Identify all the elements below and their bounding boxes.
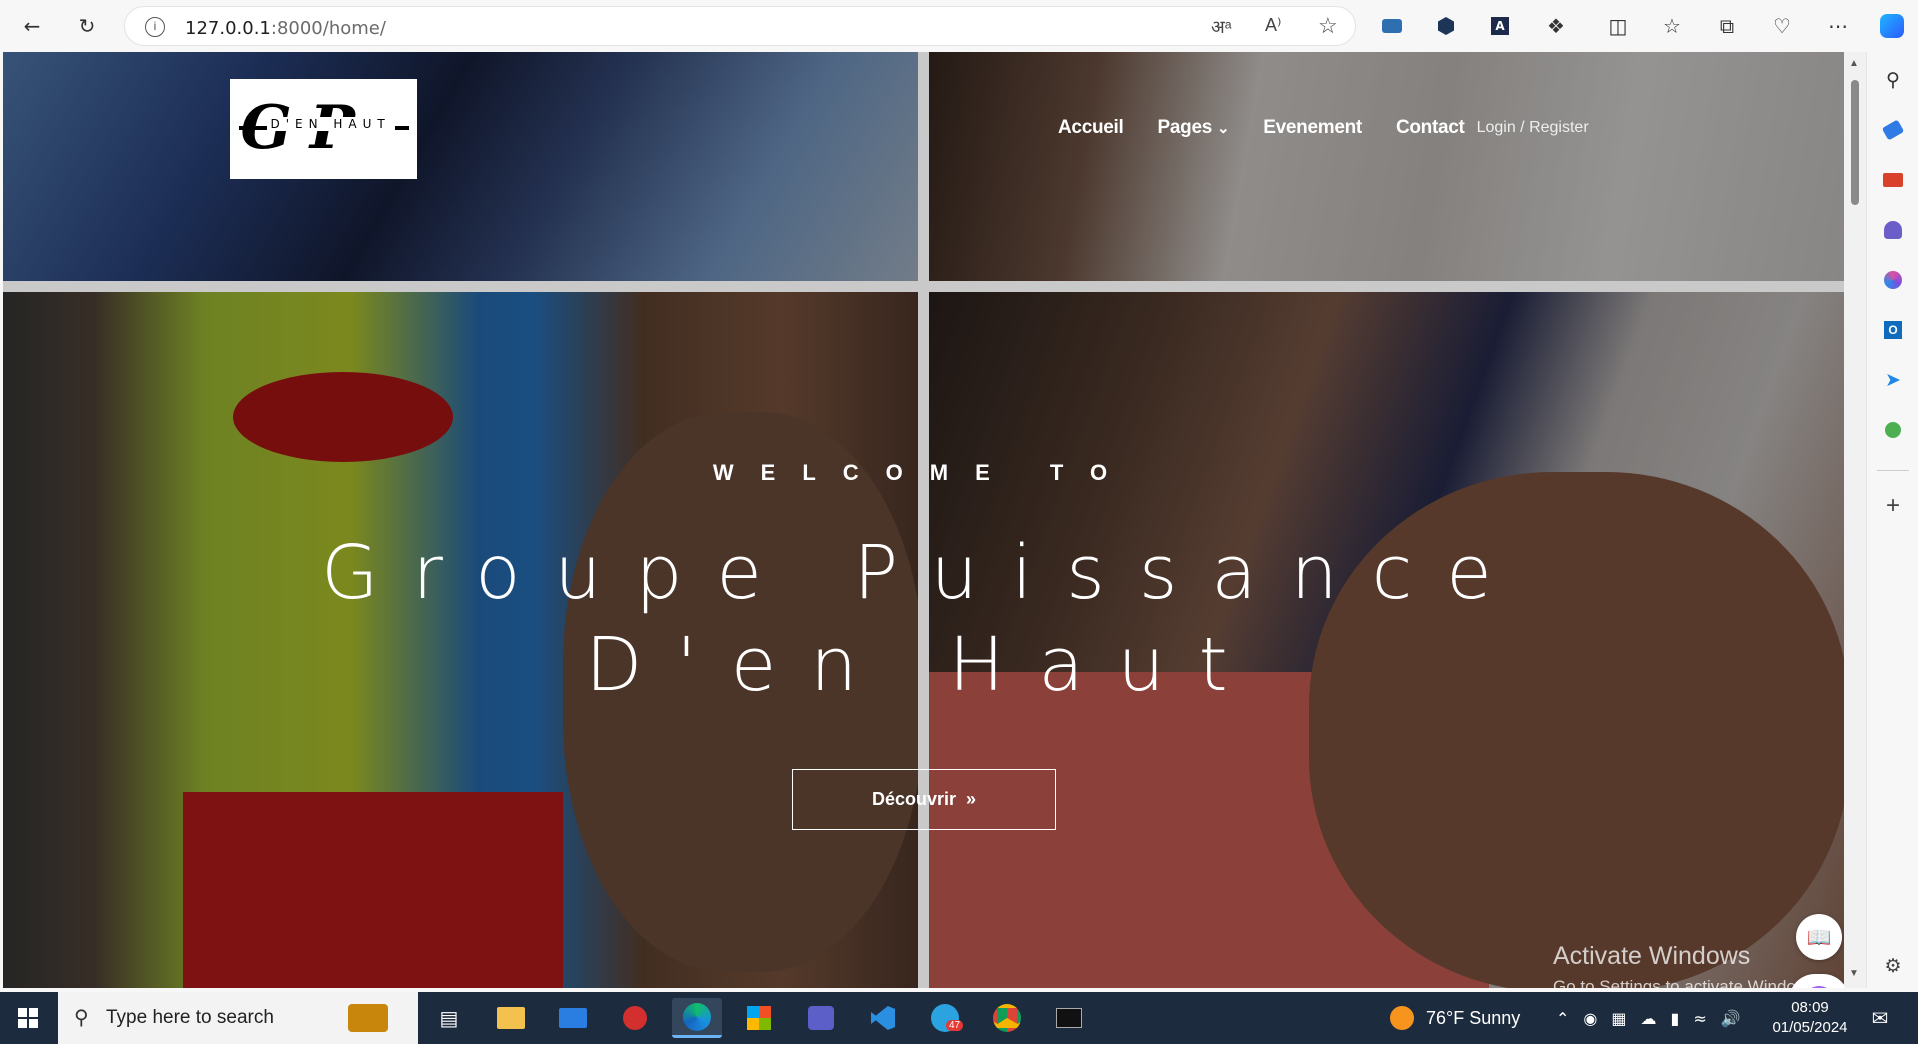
- chevron-down-icon: ⌄: [1216, 120, 1230, 137]
- logo-subtitle: D'EN HAUT: [266, 117, 395, 131]
- clock-date: 01/05/2024: [1772, 1019, 1848, 1036]
- discover-label: Découvrir: [871, 789, 957, 809]
- task-view-icon[interactable]: ▤: [424, 998, 474, 1038]
- nav-pages[interactable]: Pages ⌄: [1158, 117, 1230, 139]
- nav-home[interactable]: Accueil: [1058, 117, 1124, 139]
- sun-icon: [1390, 1006, 1414, 1030]
- briefcase-icon: [348, 1004, 388, 1032]
- sidebar-m365-icon[interactable]: [1879, 266, 1907, 294]
- tray-record-icon[interactable]: ◉: [1583, 1009, 1597, 1028]
- login-link[interactable]: Login: [1477, 119, 1516, 136]
- weather-text: 76°F Sunny: [1426, 1007, 1521, 1028]
- clock-time: 08:09: [1791, 999, 1829, 1016]
- copilot-icon[interactable]: [1878, 12, 1906, 40]
- hero-title-line2: D'en Haut: [585, 622, 1262, 708]
- register-link[interactable]: Register: [1529, 119, 1589, 136]
- system-tray: ⌃ ◉ ▦ ☁ ▮ ≈ 🔊: [1556, 992, 1741, 1044]
- telegram-icon[interactable]: 47: [920, 998, 970, 1038]
- login-register: Login / Register: [1477, 119, 1589, 137]
- store-icon[interactable]: [734, 998, 784, 1038]
- scrollbar-thumb[interactable]: [1851, 80, 1859, 205]
- nav-pages-label: Pages: [1157, 117, 1213, 138]
- sidebar-shopping-tag-icon[interactable]: [1879, 116, 1907, 144]
- sidebar-search-icon[interactable]: ⚲: [1879, 66, 1907, 94]
- sidebar-outlook-icon[interactable]: O: [1879, 316, 1907, 344]
- tray-device-icon[interactable]: ▦: [1611, 1009, 1626, 1028]
- collections-icon[interactable]: ⧉: [1713, 12, 1741, 40]
- favorites-icon[interactable]: ☆: [1658, 12, 1686, 40]
- favorite-star-icon[interactable]: ☆: [1318, 13, 1338, 39]
- double-chevron-right-icon: »: [966, 789, 977, 809]
- search-icon: ⚲: [74, 1007, 89, 1029]
- tray-volume-icon[interactable]: 🔊: [1721, 1009, 1741, 1028]
- photo-top-left: [3, 52, 918, 281]
- address-bar[interactable]: i 127.0.0.1:8000/home/ अᵃ A⁾ ☆: [124, 6, 1356, 46]
- page-viewport: GP D'EN HAUT Accueil Pages ⌄ Evenement C…: [3, 52, 1844, 988]
- sidebar-games-icon[interactable]: [1879, 216, 1907, 244]
- edge-sidebar: ⚲ O ➤ + ⚙: [1866, 52, 1918, 988]
- windows-taskbar: ⚲ Type here to search ▤ 47 76°F Sunny ⌃ …: [0, 992, 1918, 1044]
- taskbar-search[interactable]: ⚲ Type here to search: [58, 992, 418, 1044]
- read-aloud-icon[interactable]: A⁾: [1265, 15, 1281, 36]
- terminal-icon[interactable]: [1044, 998, 1094, 1038]
- tray-chevron-up-icon[interactable]: ⌃: [1556, 1009, 1569, 1028]
- teams-icon[interactable]: [796, 998, 846, 1038]
- vscode-icon[interactable]: [858, 998, 908, 1038]
- nav-separator: /: [1520, 119, 1525, 136]
- sidebar-tools-icon[interactable]: [1879, 166, 1907, 194]
- antivirus-icon[interactable]: [610, 998, 660, 1038]
- hero-title-line1: Groupe Puissance: [321, 530, 1526, 616]
- url-text[interactable]: 127.0.0.1:8000/home/: [185, 18, 386, 39]
- sidebar-send-icon[interactable]: ➤: [1879, 366, 1907, 394]
- site-info-icon[interactable]: i: [145, 17, 165, 37]
- file-explorer-icon[interactable]: [486, 998, 536, 1038]
- site-logo[interactable]: GP D'EN HAUT: [230, 79, 417, 179]
- extension-hex-icon[interactable]: [1432, 12, 1460, 40]
- more-menu-icon[interactable]: ⋯: [1824, 12, 1852, 40]
- page-scrollbar[interactable]: ▲ ▼: [1844, 52, 1866, 988]
- tray-cloud-icon[interactable]: ☁: [1641, 1009, 1657, 1028]
- extensions-puzzle-icon[interactable]: ❖: [1542, 12, 1570, 40]
- split-screen-icon[interactable]: ◫: [1604, 12, 1632, 40]
- tray-wifi-icon[interactable]: ≈: [1693, 1009, 1706, 1028]
- photo-top-right: [929, 52, 1844, 281]
- nav-contact[interactable]: Contact: [1396, 117, 1465, 139]
- immersive-reader-button[interactable]: 📖: [1796, 914, 1842, 960]
- search-placeholder: Type here to search: [106, 1007, 274, 1028]
- sidebar-add-icon[interactable]: +: [1879, 492, 1907, 520]
- book-icon: 📖: [1806, 926, 1832, 949]
- translate-icon[interactable]: अᵃ: [1211, 15, 1231, 39]
- sidebar-tree-icon[interactable]: [1879, 416, 1907, 444]
- telegram-badge: 47: [946, 1020, 964, 1031]
- activate-subtitle: Go to Settings to activate Windows.: [1553, 977, 1822, 988]
- refresh-icon[interactable]: ↻: [73, 12, 101, 40]
- scroll-up-icon[interactable]: ▲: [1849, 58, 1859, 69]
- hero-welcome: WELCOME TO: [712, 460, 1135, 485]
- scroll-down-icon[interactable]: ▼: [1849, 968, 1859, 979]
- start-windows-icon[interactable]: [4, 998, 52, 1038]
- browser-essentials-icon[interactable]: ♡: [1768, 12, 1796, 40]
- back-icon[interactable]: ←: [18, 12, 46, 40]
- edge-taskbar-icon[interactable]: [672, 998, 722, 1038]
- taskbar-clock[interactable]: 08:09 01/05/2024: [1765, 998, 1855, 1038]
- browser-toolbar: ← ↻ i 127.0.0.1:8000/home/ अᵃ A⁾ ☆ A ❖ ◫…: [0, 0, 1918, 52]
- sidebar-divider: [1877, 470, 1909, 471]
- discover-button[interactable]: Découvrir »: [792, 769, 1056, 830]
- extension-dictionary-icon[interactable]: A: [1486, 12, 1514, 40]
- weather-widget[interactable]: 76°F Sunny: [1390, 992, 1520, 1044]
- tray-battery-icon[interactable]: ▮: [1671, 1009, 1680, 1028]
- nav-events[interactable]: Evenement: [1263, 117, 1362, 139]
- brain-icon: [1804, 986, 1834, 988]
- chrome-icon[interactable]: [982, 998, 1032, 1038]
- mail-icon[interactable]: [548, 998, 598, 1038]
- main-nav: Accueil Pages ⌄ Evenement Contact Login …: [1058, 117, 1589, 139]
- activate-title: Activate Windows: [1553, 942, 1751, 970]
- windows-activation-watermark: Activate Windows Go to Settings to activ…: [1553, 942, 1821, 988]
- extension-shield-icon[interactable]: [1378, 12, 1406, 40]
- notifications-icon[interactable]: ✉: [1860, 998, 1900, 1038]
- sidebar-settings-icon[interactable]: ⚙: [1879, 952, 1907, 980]
